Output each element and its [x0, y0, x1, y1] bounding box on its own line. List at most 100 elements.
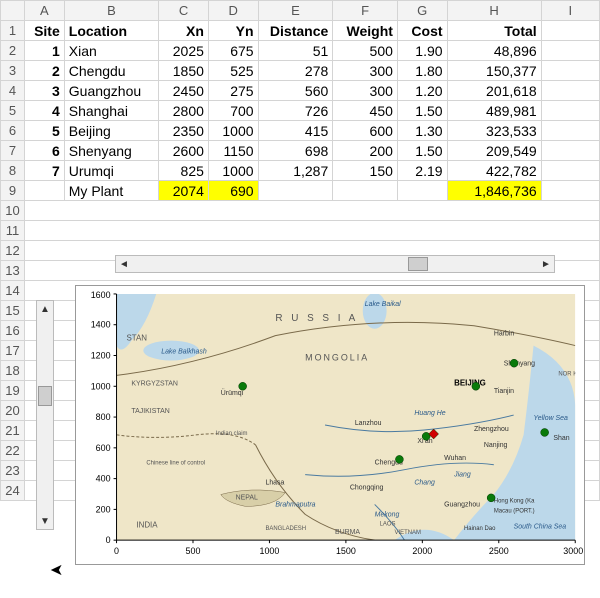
row-header[interactable]: 3	[1, 61, 25, 81]
cell[interactable]: 6	[24, 141, 64, 161]
cell[interactable]: 1000	[208, 161, 258, 181]
cell[interactable]: 700	[208, 101, 258, 121]
col-header-H[interactable]: H	[447, 1, 541, 21]
cell[interactable]: Distance	[258, 21, 333, 41]
cell[interactable]: 1150	[208, 141, 258, 161]
row-header[interactable]: 9	[1, 181, 25, 201]
cell[interactable]	[24, 201, 599, 221]
cell[interactable]: 825	[159, 161, 209, 181]
cell[interactable]: Urumqi	[64, 161, 159, 181]
scroll-track[interactable]	[37, 317, 53, 513]
cell[interactable]: 1.50	[397, 141, 447, 161]
row-header[interactable]: 22	[1, 441, 25, 461]
cell[interactable]: Shenyang	[64, 141, 159, 161]
row-header[interactable]: 20	[1, 401, 25, 421]
cell[interactable]: 7	[24, 161, 64, 181]
cell[interactable]: 1.50	[397, 101, 447, 121]
col-header-C[interactable]: C	[159, 1, 209, 21]
cell[interactable]: 1000	[208, 121, 258, 141]
cell[interactable]: 4	[24, 101, 64, 121]
cell[interactable]: Total	[447, 21, 541, 41]
row-header[interactable]: 6	[1, 121, 25, 141]
cell[interactable]	[541, 61, 599, 81]
cell[interactable]: 1,846,736	[447, 181, 541, 201]
cell[interactable]: Location	[64, 21, 159, 41]
map-chart[interactable]: 0 200 400 600 800 1000 1200 1400 1600 0 …	[75, 285, 585, 565]
cell[interactable]: 209,549	[447, 141, 541, 161]
cell[interactable]: Beijing	[64, 121, 159, 141]
cell[interactable]: 1850	[159, 61, 209, 81]
cell[interactable]: My Plant	[64, 181, 159, 201]
vertical-scrollbar[interactable]: ▲ ▼	[36, 300, 54, 530]
cell[interactable]: Weight	[333, 21, 398, 41]
col-header-D[interactable]: D	[208, 1, 258, 21]
cell[interactable]: 201,618	[447, 81, 541, 101]
row-header[interactable]: 19	[1, 381, 25, 401]
cell[interactable]: 150,377	[447, 61, 541, 81]
cell[interactable]: Shanghai	[64, 101, 159, 121]
cell[interactable]: 323,533	[447, 121, 541, 141]
cell[interactable]: 3	[24, 81, 64, 101]
cell[interactable]: 2.19	[397, 161, 447, 181]
row-header[interactable]: 5	[1, 101, 25, 121]
cell[interactable]: 500	[333, 41, 398, 61]
cell[interactable]: 2800	[159, 101, 209, 121]
row-header[interactable]: 1	[1, 21, 25, 41]
cell[interactable]: 600	[333, 121, 398, 141]
cell[interactable]: 2600	[159, 141, 209, 161]
cell[interactable]: 48,896	[447, 41, 541, 61]
cell[interactable]: 698	[258, 141, 333, 161]
cell[interactable]: 2350	[159, 121, 209, 141]
row-header[interactable]: 15	[1, 301, 25, 321]
cell[interactable]	[333, 181, 398, 201]
cell[interactable]	[541, 181, 599, 201]
cell[interactable]: 300	[333, 81, 398, 101]
cell[interactable]: 525	[208, 61, 258, 81]
cell[interactable]	[541, 41, 599, 61]
cell[interactable]: 1.80	[397, 61, 447, 81]
row-header[interactable]: 7	[1, 141, 25, 161]
scroll-thumb[interactable]	[408, 257, 428, 271]
row-header[interactable]: 12	[1, 241, 25, 261]
cell[interactable]: 278	[258, 61, 333, 81]
row-header[interactable]: 4	[1, 81, 25, 101]
col-header-I[interactable]: I	[541, 1, 599, 21]
scroll-up-icon[interactable]: ▲	[37, 301, 53, 317]
cell[interactable]: Xian	[64, 41, 159, 61]
cell[interactable]: Chengdu	[64, 61, 159, 81]
row-header[interactable]: 2	[1, 41, 25, 61]
col-header-G[interactable]: G	[397, 1, 447, 21]
cell[interactable]: Cost	[397, 21, 447, 41]
cell[interactable]: 690	[208, 181, 258, 201]
scroll-down-icon[interactable]: ▼	[37, 513, 53, 529]
row-header[interactable]: 10	[1, 201, 25, 221]
cell[interactable]	[541, 121, 599, 141]
cell[interactable]	[24, 181, 64, 201]
row-header[interactable]: 11	[1, 221, 25, 241]
cell[interactable]: 300	[333, 61, 398, 81]
cell[interactable]	[541, 161, 599, 181]
cell[interactable]: 2025	[159, 41, 209, 61]
cell[interactable]: 1.30	[397, 121, 447, 141]
cell[interactable]	[541, 101, 599, 121]
cell[interactable]: 2	[24, 61, 64, 81]
cell[interactable]	[397, 181, 447, 201]
cell[interactable]	[24, 221, 599, 241]
scroll-track[interactable]	[132, 256, 538, 272]
cell[interactable]: 5	[24, 121, 64, 141]
cell[interactable]: Yn	[208, 21, 258, 41]
row-header[interactable]: 13	[1, 261, 25, 281]
cell[interactable]: 675	[208, 41, 258, 61]
cell[interactable]: 1,287	[258, 161, 333, 181]
cell[interactable]: 415	[258, 121, 333, 141]
cell[interactable]: 2074	[159, 181, 209, 201]
cell[interactable]: 489,981	[447, 101, 541, 121]
cell[interactable]: 1	[24, 41, 64, 61]
row-header[interactable]: 17	[1, 341, 25, 361]
row-header[interactable]: 16	[1, 321, 25, 341]
cell[interactable]: Xn	[159, 21, 209, 41]
cell[interactable]: 422,782	[447, 161, 541, 181]
cell[interactable]: 560	[258, 81, 333, 101]
row-header[interactable]: 24	[1, 481, 25, 501]
col-header-F[interactable]: F	[333, 1, 398, 21]
